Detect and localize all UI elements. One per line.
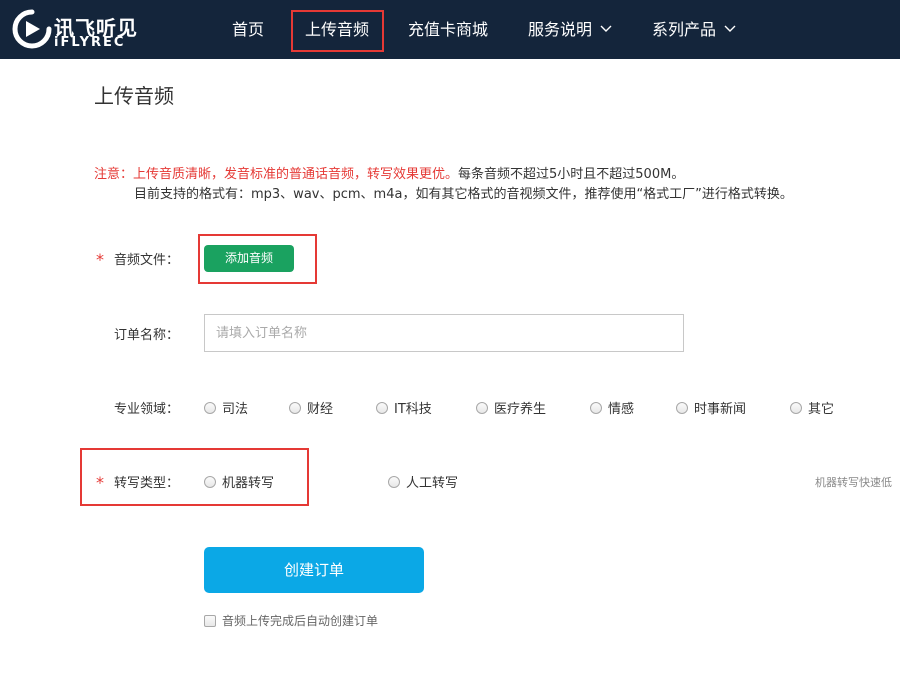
nav-product-series[interactable]: 系列产品 (652, 0, 736, 59)
domain-option-label: 财经 (307, 402, 334, 417)
chevron-down-icon (600, 25, 612, 32)
domain-option-label: IT科技 (394, 402, 432, 417)
page-title: 上传音频 (94, 84, 174, 108)
nav-product-series-label: 系列产品 (652, 20, 717, 39)
notice-warning-text: 注意：上传音质清晰，发音标准的普通话音频，转写效果更优。 (94, 167, 459, 182)
radio-icon (476, 401, 488, 414)
nav-service-info-label: 服务说明 (528, 20, 593, 39)
auto-create-checkbox[interactable]: 音频上传完成后自动创建订单 (204, 612, 378, 629)
transcribe-option-label: 人工转写 (406, 476, 459, 491)
order-name-input[interactable] (204, 314, 684, 352)
create-order-button[interactable]: 创建订单 (204, 547, 424, 593)
radio-icon (289, 401, 301, 414)
transcribe-hint-text: 机器转写快速低 (815, 476, 892, 489)
notice-limit-text: 每条音频不超过5小时且不超过500M。 (458, 167, 685, 182)
transcribe-option-machine[interactable]: 机器转写 (204, 472, 274, 491)
nav-active-highlight (291, 10, 384, 52)
transcribe-type-label: 转写类型： (114, 476, 180, 491)
upload-notice: 注意：上传音质清晰，发音标准的普通话音频，转写效果更优。每条音频不超过5小时且不… (94, 163, 684, 182)
iflyrec-logo-icon (12, 9, 52, 49)
add-audio-button[interactable]: 添加音频 (204, 245, 294, 272)
logo-text-en: iFLYREC (54, 35, 126, 50)
nav-recharge-store[interactable]: 充值卡商城 (408, 0, 488, 59)
radio-icon (376, 401, 388, 414)
domain-option-it-tech[interactable]: IT科技 (376, 398, 432, 417)
domain-option-law[interactable]: 司法 (204, 398, 248, 417)
required-mark: * (96, 473, 104, 492)
domain-option-health[interactable]: 医疗养生 (476, 398, 546, 417)
nav-home[interactable]: 首页 (232, 0, 264, 59)
transcribe-option-label: 机器转写 (222, 476, 275, 491)
domain-option-label: 情感 (608, 402, 635, 417)
domain-option-news[interactable]: 时事新闻 (676, 398, 746, 417)
required-mark: * (96, 250, 104, 269)
radio-icon (204, 475, 216, 488)
domain-option-finance[interactable]: 财经 (289, 398, 333, 417)
transcribe-option-human[interactable]: 人工转写 (388, 472, 458, 491)
radio-icon (388, 475, 400, 488)
radio-icon (790, 401, 802, 414)
domain-option-label: 司法 (222, 402, 249, 417)
auto-create-label: 音频上传完成后自动创建订单 (222, 614, 379, 628)
radio-icon (204, 401, 216, 414)
domain-option-label: 时事新闻 (694, 402, 747, 417)
domain-label: 专业领域： (114, 402, 180, 417)
brand-logo[interactable]: 讯飞听见 iFLYREC (12, 9, 142, 51)
checkbox-icon (204, 614, 216, 627)
domain-option-label: 其它 (808, 402, 835, 417)
radio-icon (590, 401, 602, 414)
domain-option-label: 医疗养生 (494, 402, 547, 417)
audio-file-label: 音频文件： (114, 253, 180, 268)
order-name-label: 订单名称： (114, 328, 180, 343)
nav-service-info[interactable]: 服务说明 (528, 0, 612, 59)
top-nav-bar: 讯飞听见 iFLYREC 首页 上传音频 充值卡商城 服务说明 系列产品 (0, 0, 900, 59)
chevron-down-icon (724, 25, 736, 32)
domain-option-emotion[interactable]: 情感 (590, 398, 634, 417)
radio-icon (676, 401, 688, 414)
notice-formats-text: 目前支持的格式有：mp3、wav、pcm、m4a，如有其它格式的音视频文件，推荐… (134, 187, 793, 202)
domain-option-other[interactable]: 其它 (790, 398, 834, 417)
